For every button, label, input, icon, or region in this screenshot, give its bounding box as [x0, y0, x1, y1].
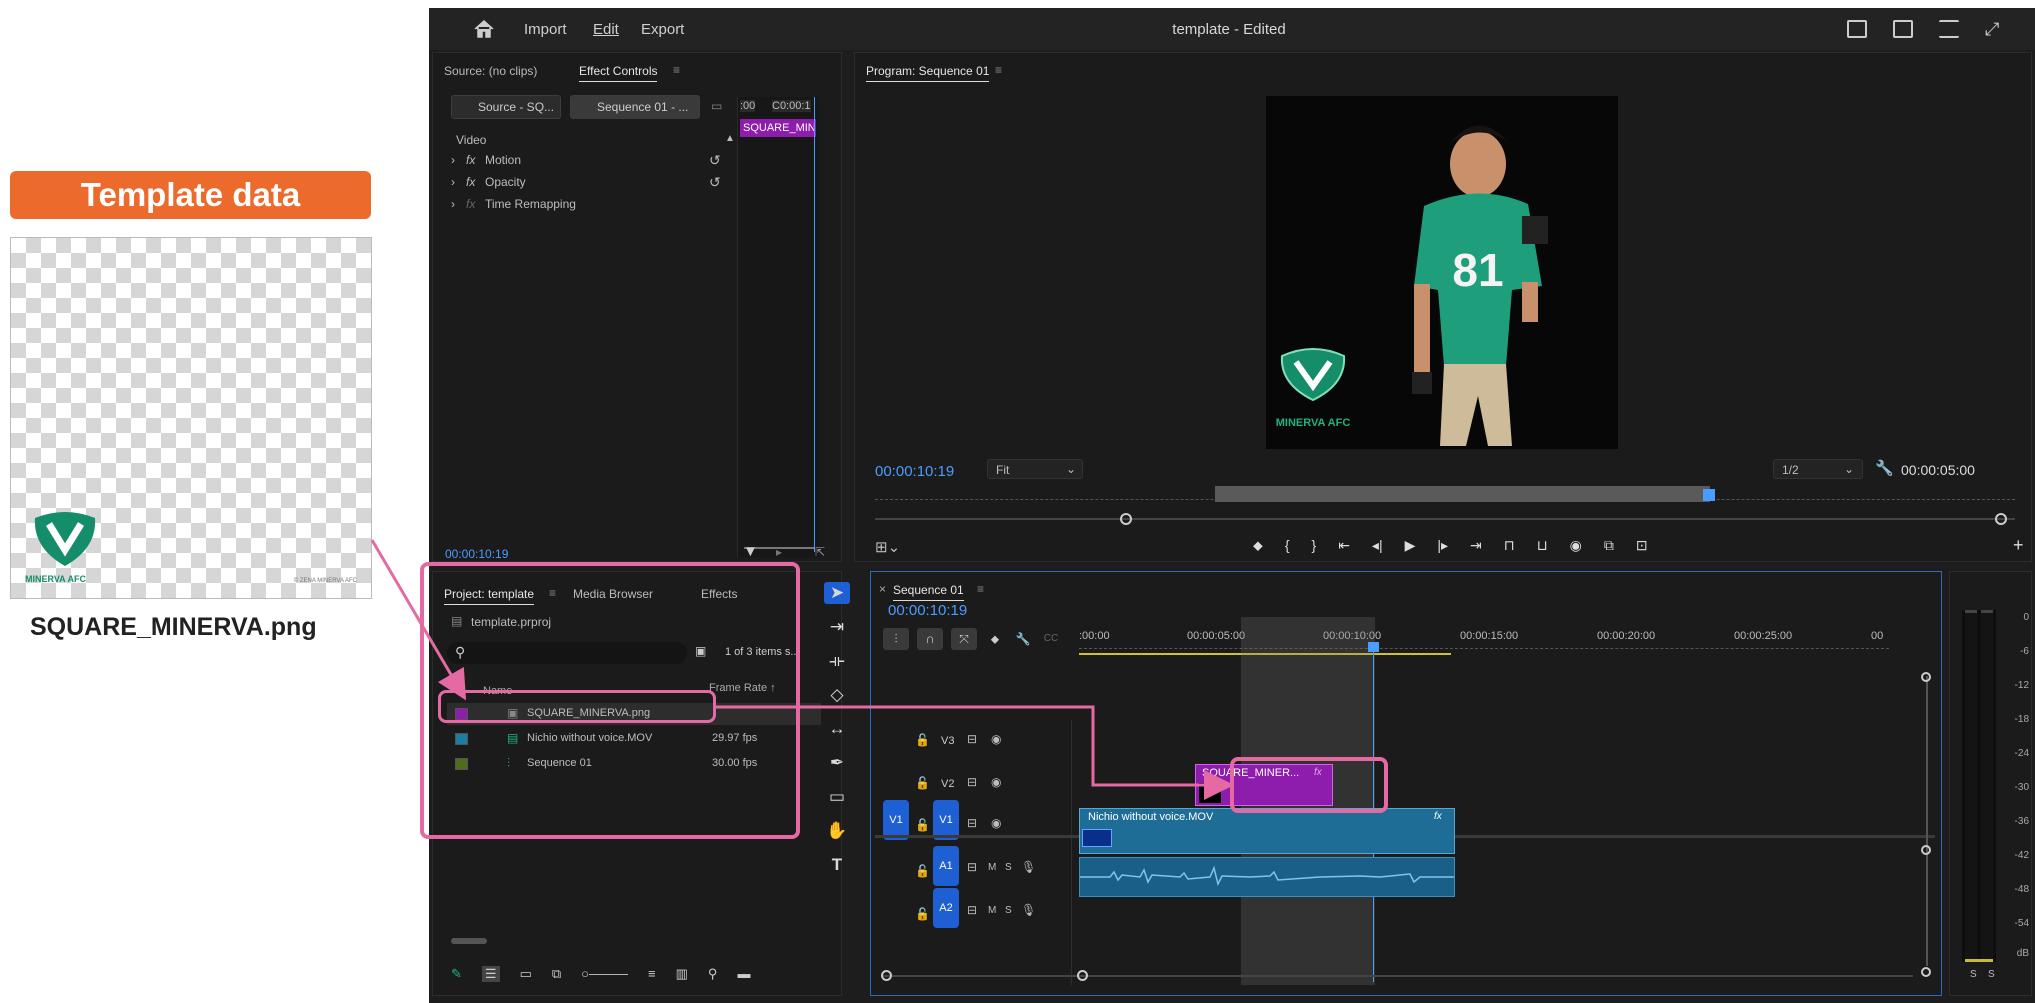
- page: Template data MINERVA AFC © ZENA MINERVA…: [0, 0, 2035, 1003]
- annotation-arrows: [370, 539, 1234, 800]
